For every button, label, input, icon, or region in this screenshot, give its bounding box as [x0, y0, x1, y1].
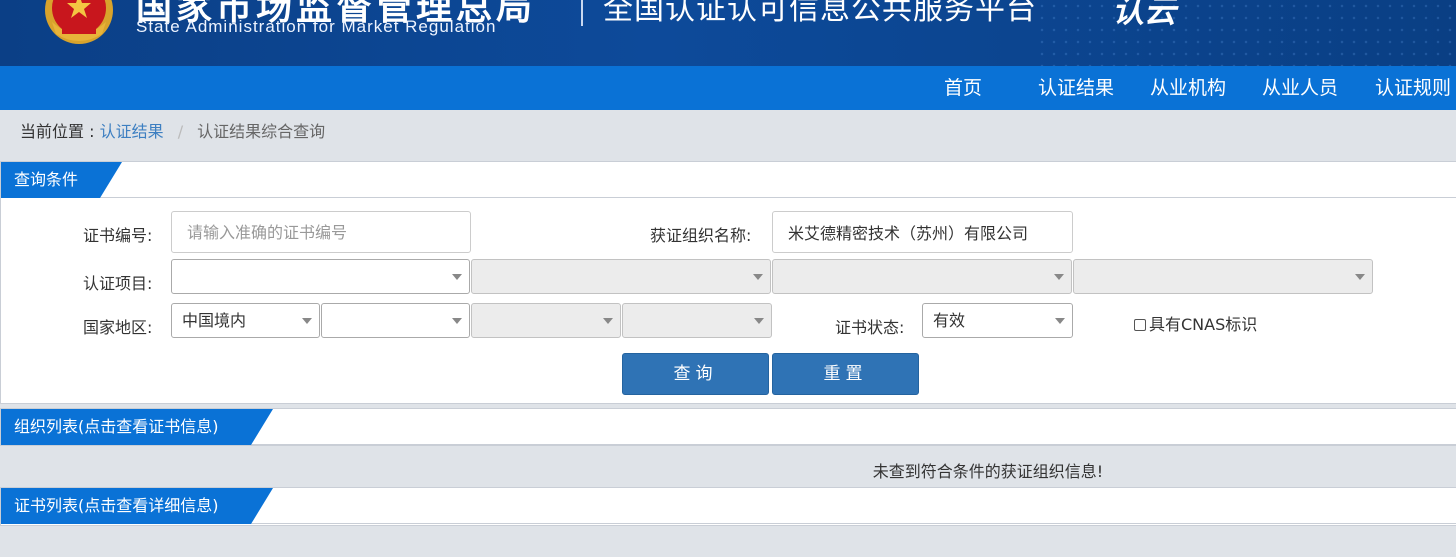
cert-list-panel: 证书列表(点击查看详细信息) — [0, 487, 1456, 526]
region-select-country[interactable]: 中国境内 — [171, 303, 320, 338]
cert-list-title: 证书列表(点击查看详细信息) — [1, 488, 273, 524]
main-nav: 首页 认证结果 从业机构 从业人员 认证规则 — [0, 66, 1456, 110]
chevron-down-icon — [452, 318, 462, 324]
region-select-province[interactable] — [321, 303, 470, 338]
chevron-down-icon — [1055, 318, 1065, 324]
query-button[interactable]: 查询 — [622, 353, 769, 395]
header-decoration — [1036, 0, 1456, 66]
chevron-down-icon — [1054, 274, 1064, 280]
query-panel-title: 查询条件 — [1, 162, 122, 198]
org-list-panel: 组织列表(点击查看证书信息) — [0, 408, 1456, 446]
status-select[interactable]: 有效 — [922, 303, 1073, 338]
org-list-header: 组织列表(点击查看证书信息) — [1, 409, 1456, 445]
region-select-district[interactable] — [622, 303, 772, 338]
logo-char-1: 认云 — [1112, 0, 1179, 30]
chevron-down-icon — [302, 318, 312, 324]
cnas-label: 具有CNAS标识 — [1149, 315, 1258, 334]
project-select-2[interactable] — [471, 259, 771, 294]
status-select-value: 有效 — [933, 311, 966, 330]
project-label: 认证项目: — [83, 274, 153, 293]
query-panel-header: 查询条件 — [1, 162, 1456, 198]
cert-list-header: 证书列表(点击查看详细信息) — [1, 488, 1456, 524]
breadcrumb-current: 认证结果综合查询 — [197, 122, 326, 141]
cert-no-input[interactable] — [171, 211, 471, 253]
nav-item-cert-results[interactable]: 认证结果 — [1038, 66, 1114, 110]
reset-button[interactable]: 重置 — [772, 353, 919, 395]
org-list-empty-message: 未查到符合条件的获证组织信息! — [872, 462, 1104, 481]
status-label: 证书状态: — [835, 318, 905, 337]
chevron-down-icon — [753, 274, 763, 280]
platform-title: 全国认证认可信息公共服务平台 — [603, 0, 1037, 27]
breadcrumb: 当前位置 : 认证结果 / 认证结果综合查询 — [20, 110, 325, 154]
nav-item-personnel[interactable]: 从业人员 — [1262, 66, 1338, 110]
breadcrumb-prefix: 当前位置 : — [20, 122, 95, 141]
chevron-down-icon — [452, 274, 462, 280]
cnas-checkbox[interactable] — [1134, 319, 1146, 331]
nav-item-institutions[interactable]: 从业机构 — [1150, 66, 1226, 110]
org-name-input[interactable] — [772, 211, 1073, 253]
breadcrumb-link[interactable]: 认证结果 — [100, 122, 164, 141]
site-header: 国家市场监督管理总局 State Administration for Mark… — [0, 0, 1456, 66]
project-select-3[interactable] — [772, 259, 1072, 294]
org-name-label: 获证组织名称: — [650, 226, 752, 245]
chevron-down-icon — [1355, 274, 1365, 280]
breadcrumb-separator: / — [177, 122, 184, 141]
region-select-city[interactable] — [471, 303, 621, 338]
cnas-option[interactable]: 具有CNAS标识 — [1134, 311, 1257, 335]
chevron-down-icon — [603, 318, 613, 324]
region-select-country-value: 中国境内 — [182, 311, 247, 330]
region-label: 国家地区: — [83, 318, 153, 337]
project-select-4[interactable] — [1073, 259, 1373, 294]
org-list-title: 组织列表(点击查看证书信息) — [1, 409, 273, 445]
cert-no-label: 证书编号: — [83, 226, 153, 245]
header-divider — [581, 0, 583, 26]
agency-name-en: State Administration for Market Regulati… — [136, 17, 497, 36]
nav-item-rules[interactable]: 认证规则 — [1375, 66, 1451, 110]
national-emblem-icon[interactable] — [40, 0, 118, 44]
chevron-down-icon — [754, 318, 764, 324]
platform-logo-icon: 认云 — [1112, 0, 1179, 30]
project-select-1[interactable] — [171, 259, 470, 294]
nav-item-home[interactable]: 首页 — [944, 66, 982, 110]
